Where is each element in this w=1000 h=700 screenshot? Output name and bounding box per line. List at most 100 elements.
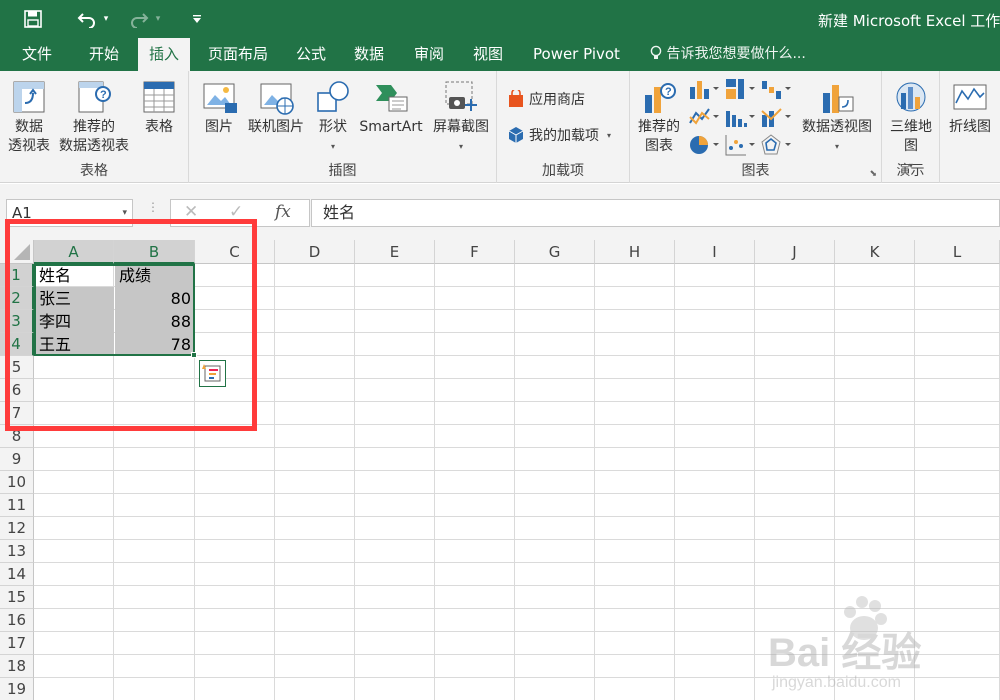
tab-page-layout[interactable]: 页面布局: [200, 38, 276, 71]
select-all-corner[interactable]: [0, 240, 34, 264]
online-picture-icon: [260, 83, 294, 115]
cell-b4[interactable]: 78: [115, 333, 195, 356]
pivot-table-button[interactable]: 数据 透视表: [4, 79, 54, 156]
column-header-d[interactable]: D: [275, 240, 355, 264]
waterfall-chart-icon[interactable]: [760, 77, 792, 105]
name-box[interactable]: A1 ▾: [6, 199, 133, 227]
tab-file[interactable]: 文件: [14, 38, 60, 71]
row-header-11[interactable]: 11: [0, 494, 34, 517]
row-header-13[interactable]: 13: [0, 540, 34, 563]
resize-handle-icon[interactable]: ⋮: [147, 201, 159, 224]
cell-a1[interactable]: 姓名: [35, 264, 114, 287]
tab-power-pivot[interactable]: Power Pivot: [525, 38, 628, 71]
pivot-chart-dropdown-icon: ▾: [834, 142, 839, 151]
row-header-12[interactable]: 12: [0, 517, 34, 540]
column-header-j[interactable]: J: [755, 240, 835, 264]
save-icon[interactable]: [22, 8, 44, 30]
cell-a4[interactable]: 王五: [35, 333, 114, 356]
row-header-19[interactable]: 19: [0, 678, 34, 700]
scatter-chart-icon[interactable]: [724, 133, 756, 161]
cell-b3[interactable]: 88: [115, 310, 195, 333]
online-pictures-button[interactable]: 联机图片: [244, 79, 308, 137]
tab-view[interactable]: 视图: [465, 38, 511, 71]
row-header-10[interactable]: 10: [0, 471, 34, 494]
tab-review[interactable]: 审阅: [406, 38, 452, 71]
pivot-chart-button[interactable]: 数据透视图 ▾: [796, 79, 878, 156]
formula-input[interactable]: 姓名: [311, 199, 1000, 227]
row-header-9[interactable]: 9: [0, 448, 34, 471]
undo-icon[interactable]: [76, 8, 98, 30]
office-store-button[interactable]: 应用商店: [507, 89, 585, 109]
name-box-dropdown-icon[interactable]: ▾: [122, 200, 127, 226]
table-button[interactable]: 表格: [137, 79, 181, 137]
recommended-pivot-label: 推荐的 数据透视表: [59, 119, 129, 154]
formula-buttons: ✕ ✓ fx: [170, 199, 310, 227]
insert-function-icon[interactable]: fx: [275, 202, 291, 222]
column-header-g[interactable]: G: [515, 240, 595, 264]
row-header-6[interactable]: 6: [0, 379, 34, 402]
cell-a3[interactable]: 李四: [35, 310, 114, 333]
pie-chart-icon[interactable]: [688, 133, 720, 161]
line-chart-icon[interactable]: [688, 105, 720, 133]
customize-qat-icon[interactable]: [190, 8, 204, 30]
column-header-i[interactable]: I: [675, 240, 755, 264]
tell-me-box[interactable]: 告诉我您想要做什么...: [650, 38, 806, 71]
tab-formulas[interactable]: 公式: [288, 38, 334, 71]
column-header-b[interactable]: B: [114, 240, 195, 264]
3d-map-icon: [896, 82, 926, 112]
radar-chart-icon[interactable]: [760, 133, 792, 161]
quick-analysis-button[interactable]: [199, 360, 226, 387]
column-header-a[interactable]: A: [34, 240, 114, 264]
row-header-14[interactable]: 14: [0, 563, 34, 586]
column-header-h[interactable]: H: [595, 240, 675, 264]
svg-text:?: ?: [100, 89, 107, 101]
my-addins-button[interactable]: 我的加载项 ▾: [507, 125, 611, 145]
smartart-button[interactable]: SmartArt: [359, 79, 423, 137]
row-header-15[interactable]: 15: [0, 586, 34, 609]
column-chart-icon[interactable]: [688, 77, 720, 105]
shapes-button[interactable]: 形状 ▾: [311, 79, 355, 156]
cell-b1[interactable]: 成绩: [115, 264, 195, 287]
row-header-8[interactable]: 8: [0, 425, 34, 448]
column-header-k[interactable]: K: [835, 240, 915, 264]
row-header-16[interactable]: 16: [0, 609, 34, 632]
statistic-chart-icon[interactable]: [724, 105, 756, 133]
charts-dialog-launcher-icon[interactable]: ⬊: [869, 169, 877, 179]
recommended-charts-button[interactable]: ? 推荐的 图表: [634, 79, 684, 156]
hierarchy-chart-icon[interactable]: [724, 77, 756, 105]
quick-analysis-icon: [202, 364, 221, 382]
cell-a2[interactable]: 张三: [35, 287, 114, 310]
cancel-icon[interactable]: ✕: [184, 202, 198, 222]
worksheet-grid[interactable]: ABCDEFGHIJKL 1 2 3 4 5 6 7 8 9 10 11 12 13 14 15 16 17 18…: [0, 219, 1000, 700]
sparkline-line-button[interactable]: 折线图: [944, 79, 996, 137]
tab-home[interactable]: 开始: [81, 38, 127, 71]
column-header-f[interactable]: F: [435, 240, 515, 264]
smartart-label: SmartArt: [359, 119, 423, 135]
recommended-pivot-button[interactable]: ? 推荐的 数据透视表: [55, 79, 133, 156]
row-header-18[interactable]: 18: [0, 655, 34, 678]
row-header-17[interactable]: 17: [0, 632, 34, 655]
tab-insert[interactable]: 插入: [138, 38, 191, 71]
cell-b2[interactable]: 80: [115, 287, 195, 310]
row-header-2[interactable]: 2: [0, 287, 34, 310]
row-header-3[interactable]: 3: [0, 310, 34, 333]
row-header-5[interactable]: 5: [0, 356, 34, 379]
table-label: 表格: [145, 119, 173, 135]
column-header-l[interactable]: L: [915, 240, 1000, 264]
redo-dropdown-icon[interactable]: ▾: [152, 8, 164, 30]
formula-bar-area: A1 ▾ ⋮ ✕ ✓ fx 姓名: [0, 184, 1000, 240]
redo-icon[interactable]: [128, 8, 150, 30]
row-header-7[interactable]: 7: [0, 402, 34, 425]
undo-dropdown-icon[interactable]: ▾: [100, 8, 112, 30]
fill-handle[interactable]: [191, 352, 197, 358]
combo-chart-icon[interactable]: [760, 105, 792, 133]
screenshot-button[interactable]: 屏幕截图 ▾: [429, 79, 493, 156]
row-header-1[interactable]: 1: [0, 264, 34, 287]
enter-icon[interactable]: ✓: [229, 202, 243, 222]
row-header-4[interactable]: 4: [0, 333, 34, 356]
pictures-button[interactable]: 图片: [199, 79, 239, 137]
column-header-c[interactable]: C: [195, 240, 275, 264]
column-header-e[interactable]: E: [355, 240, 435, 264]
tab-data[interactable]: 数据: [346, 38, 392, 71]
screenshot-label: 屏幕截图: [433, 119, 489, 135]
